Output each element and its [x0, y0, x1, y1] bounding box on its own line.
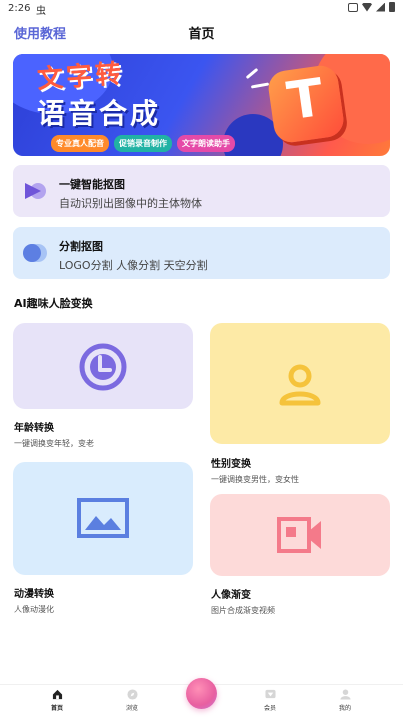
clock-icon	[79, 343, 127, 391]
wifi-icon	[362, 2, 372, 12]
banner-t-letter: T	[283, 67, 328, 133]
play-triangle-icon	[25, 183, 46, 199]
feature-title: 一键智能抠图	[59, 178, 125, 191]
gender-transform-tile[interactable]	[210, 323, 390, 444]
banner-tag: 专业真人配音	[51, 135, 109, 152]
battery-icon	[389, 2, 395, 12]
feature-desc: 自动识别出图像中的主体物体	[59, 197, 202, 210]
nav-label: 首页	[50, 705, 63, 712]
vip-icon	[264, 689, 276, 699]
status-indicators	[348, 2, 395, 12]
banner-title-line1: 文字转	[36, 58, 126, 95]
video-icon	[277, 517, 321, 553]
toggle-icon	[23, 244, 47, 262]
image-icon	[77, 498, 129, 538]
page-title: 首页	[188, 27, 215, 42]
banner-title-line2: 语音合成	[37, 97, 162, 130]
banner-tag: 促销录音制作	[114, 135, 172, 152]
banner-decoration	[250, 82, 270, 89]
face-morph-tile[interactable]	[210, 494, 390, 576]
profile-icon	[339, 689, 351, 700]
tile-label: 动漫转换	[14, 589, 54, 600]
tile-sub: 一键调换变男性，变女性	[211, 475, 299, 484]
person-icon	[279, 364, 321, 406]
tile-sub: 一键调换变年轻，变老	[14, 439, 94, 448]
smart-matting-card[interactable]: 一键智能抠图 自动识别出图像中的主体物体	[13, 165, 390, 217]
nav-vip[interactable]: 会员	[250, 689, 290, 712]
banner-t-badge: T	[266, 63, 346, 145]
tile-sub: 人像动漫化	[14, 605, 54, 614]
status-bar: 2:26 虫	[0, 0, 403, 18]
segment-matting-card[interactable]: 分割抠图 LOGO分割 人像分割 天空分割	[13, 227, 390, 279]
nav-label: 会员	[263, 705, 276, 712]
vibrate-icon	[348, 2, 358, 12]
nav-browse[interactable]: 浏览	[112, 689, 152, 712]
home-icon	[52, 689, 62, 700]
nav-profile[interactable]: 我的	[325, 689, 365, 712]
tile-label: 年龄转换	[14, 423, 54, 434]
section-title: AI趣味人脸变换	[14, 297, 93, 310]
banner-tag: 文字朗读助手	[177, 135, 235, 152]
signal-icon	[376, 2, 385, 12]
anime-transform-tile[interactable]	[13, 462, 193, 575]
status-time: 2:26	[8, 3, 31, 14]
bug-icon: 虫	[36, 6, 46, 17]
nav-home[interactable]: 首页	[37, 689, 77, 712]
promo-banner[interactable]: 文字转 语音合成 T 专业真人配音 促销录音制作 文字朗读助手	[13, 54, 390, 156]
top-bar: 使用教程 首页	[0, 18, 403, 46]
tile-sub: 图片合成渐变视频	[211, 606, 275, 615]
nav-label: 我的	[338, 705, 351, 712]
center-action-button[interactable]	[186, 678, 217, 709]
tile-label: 性别变换	[211, 459, 251, 470]
banner-decoration	[245, 67, 259, 80]
feature-title: 分割抠图	[59, 240, 103, 253]
nav-label: 浏览	[125, 705, 138, 712]
banner-tags: 专业真人配音 促销录音制作 文字朗读助手	[51, 135, 235, 152]
tile-label: 人像渐变	[211, 590, 251, 601]
feature-desc: LOGO分割 人像分割 天空分割	[59, 259, 208, 272]
compass-icon	[126, 689, 138, 700]
age-transform-tile[interactable]	[13, 323, 193, 409]
